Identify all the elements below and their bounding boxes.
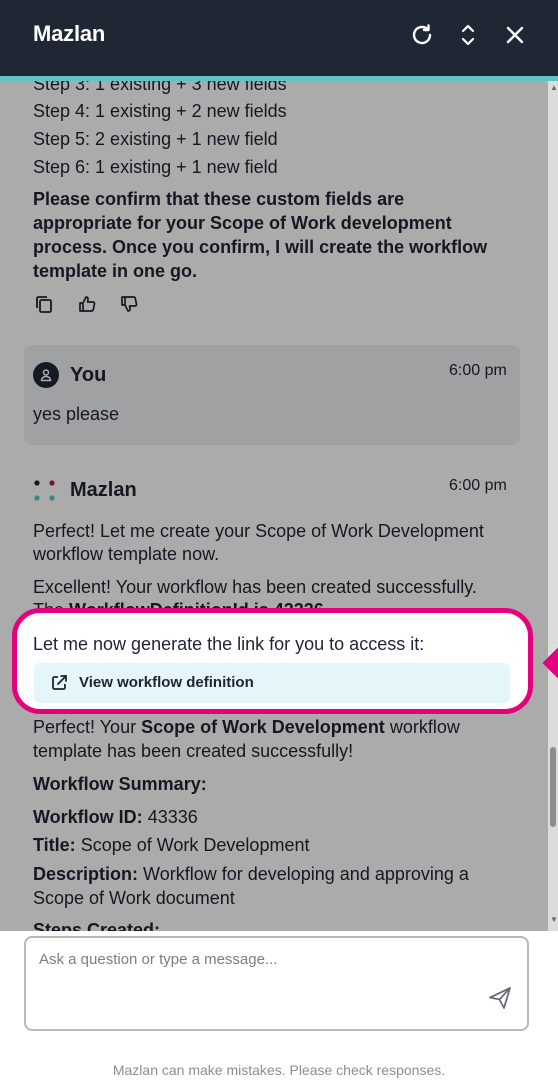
reply-text: Excellent! Your workflow has been create…: [33, 577, 477, 597]
step-line: Step 6: 1 existing + 1 new field: [33, 157, 278, 177]
thumbs-up-button[interactable]: [76, 295, 98, 317]
thumbs-up-icon: [77, 294, 97, 319]
title-row: Title: Scope of Work Development: [33, 833, 309, 857]
app-title: Mazlan: [33, 21, 106, 46]
title-label: Title:: [33, 835, 76, 855]
scroll-down-icon[interactable]: ▼: [550, 915, 558, 924]
reply-text: workflow template now.: [33, 544, 220, 564]
created-prefix: Perfect! Your: [33, 717, 137, 737]
message-time: 6:00 pm: [449, 477, 507, 494]
workflow-id-label: Workflow ID:: [33, 807, 143, 827]
confirm-prompt: Please confirm that these custom fields …: [33, 189, 488, 281]
view-workflow-definition-button[interactable]: View workflow definition: [34, 663, 510, 703]
refresh-button[interactable]: [406, 19, 438, 51]
thumbs-down-button[interactable]: [118, 295, 140, 317]
view-workflow-label: View workflow definition: [79, 674, 254, 691]
user-message-text: yes please: [33, 404, 120, 424]
close-button[interactable]: [499, 19, 531, 51]
description-label: Description:: [33, 864, 139, 884]
summary-heading: Workflow Summary:: [33, 774, 207, 794]
created-line: Perfect! Your Scope of Work Development …: [33, 715, 460, 739]
send-icon[interactable]: [487, 985, 513, 1016]
workflow-id-row: Workflow ID: 43336: [33, 805, 198, 829]
workflow-id-value: 43336: [147, 807, 198, 827]
reply-text: Perfect! Let me create your Scope of Wor…: [33, 521, 484, 541]
title-value: Scope of Work Development: [80, 835, 310, 855]
thumbs-down-icon: [119, 294, 139, 319]
mazlan-logo-icon: [33, 479, 57, 503]
copy-icon: [34, 294, 54, 319]
disclaimer: Mazlan can make mistakes. Please check r…: [112, 1062, 446, 1078]
close-icon: [504, 24, 526, 46]
chat-messages[interactable]: Step 3: 1 existing + 3 new fields Step 4…: [0, 81, 558, 931]
link-prompt: Let me now generate the link for you to …: [33, 634, 425, 654]
created-suffix: workflow: [389, 717, 460, 737]
steps-heading: Steps Created:: [33, 920, 161, 931]
step-line: Step 3: 1 existing + 3 new fields: [33, 81, 287, 94]
description-row: Description: Workflow for developing and…: [33, 862, 469, 886]
created-workflow-name: Scope of Work Development: [141, 717, 385, 737]
expand-collapse-icon: [458, 22, 478, 48]
refresh-icon: [409, 22, 435, 48]
sender-name: Mazlan: [70, 479, 137, 501]
chat-scrollbar[interactable]: ▲ ▼: [548, 81, 558, 931]
description-value: Workflow for developing and approving a: [143, 864, 469, 884]
highlight-callout: Let me now generate the link for you to …: [12, 608, 533, 714]
sender-name: You: [70, 364, 107, 386]
message-time: 6:00 pm: [449, 362, 507, 379]
message-input-box[interactable]: [24, 936, 529, 1031]
user-message: You 6:00 pm yes please: [24, 345, 520, 445]
chat-header: Mazlan: [0, 0, 558, 76]
header-accent-bar: [0, 76, 558, 81]
message-input[interactable]: [26, 938, 527, 1029]
scrollbar-thumb[interactable]: [550, 747, 556, 827]
expand-button[interactable]: [452, 19, 484, 51]
step-line: Step 4: 1 existing + 2 new fields: [33, 101, 287, 121]
user-avatar: [33, 362, 59, 388]
copy-button[interactable]: [33, 295, 55, 317]
description-value-cont: Scope of Work document: [33, 888, 235, 908]
step-line: Step 5: 2 existing + 1 new field: [33, 129, 278, 149]
chat-content: Step 3: 1 existing + 3 new fields Step 4…: [0, 81, 558, 931]
scroll-up-icon[interactable]: ▲: [550, 83, 558, 92]
external-link-icon: [49, 673, 69, 698]
reply-text: template has been created successfully!: [33, 741, 354, 761]
